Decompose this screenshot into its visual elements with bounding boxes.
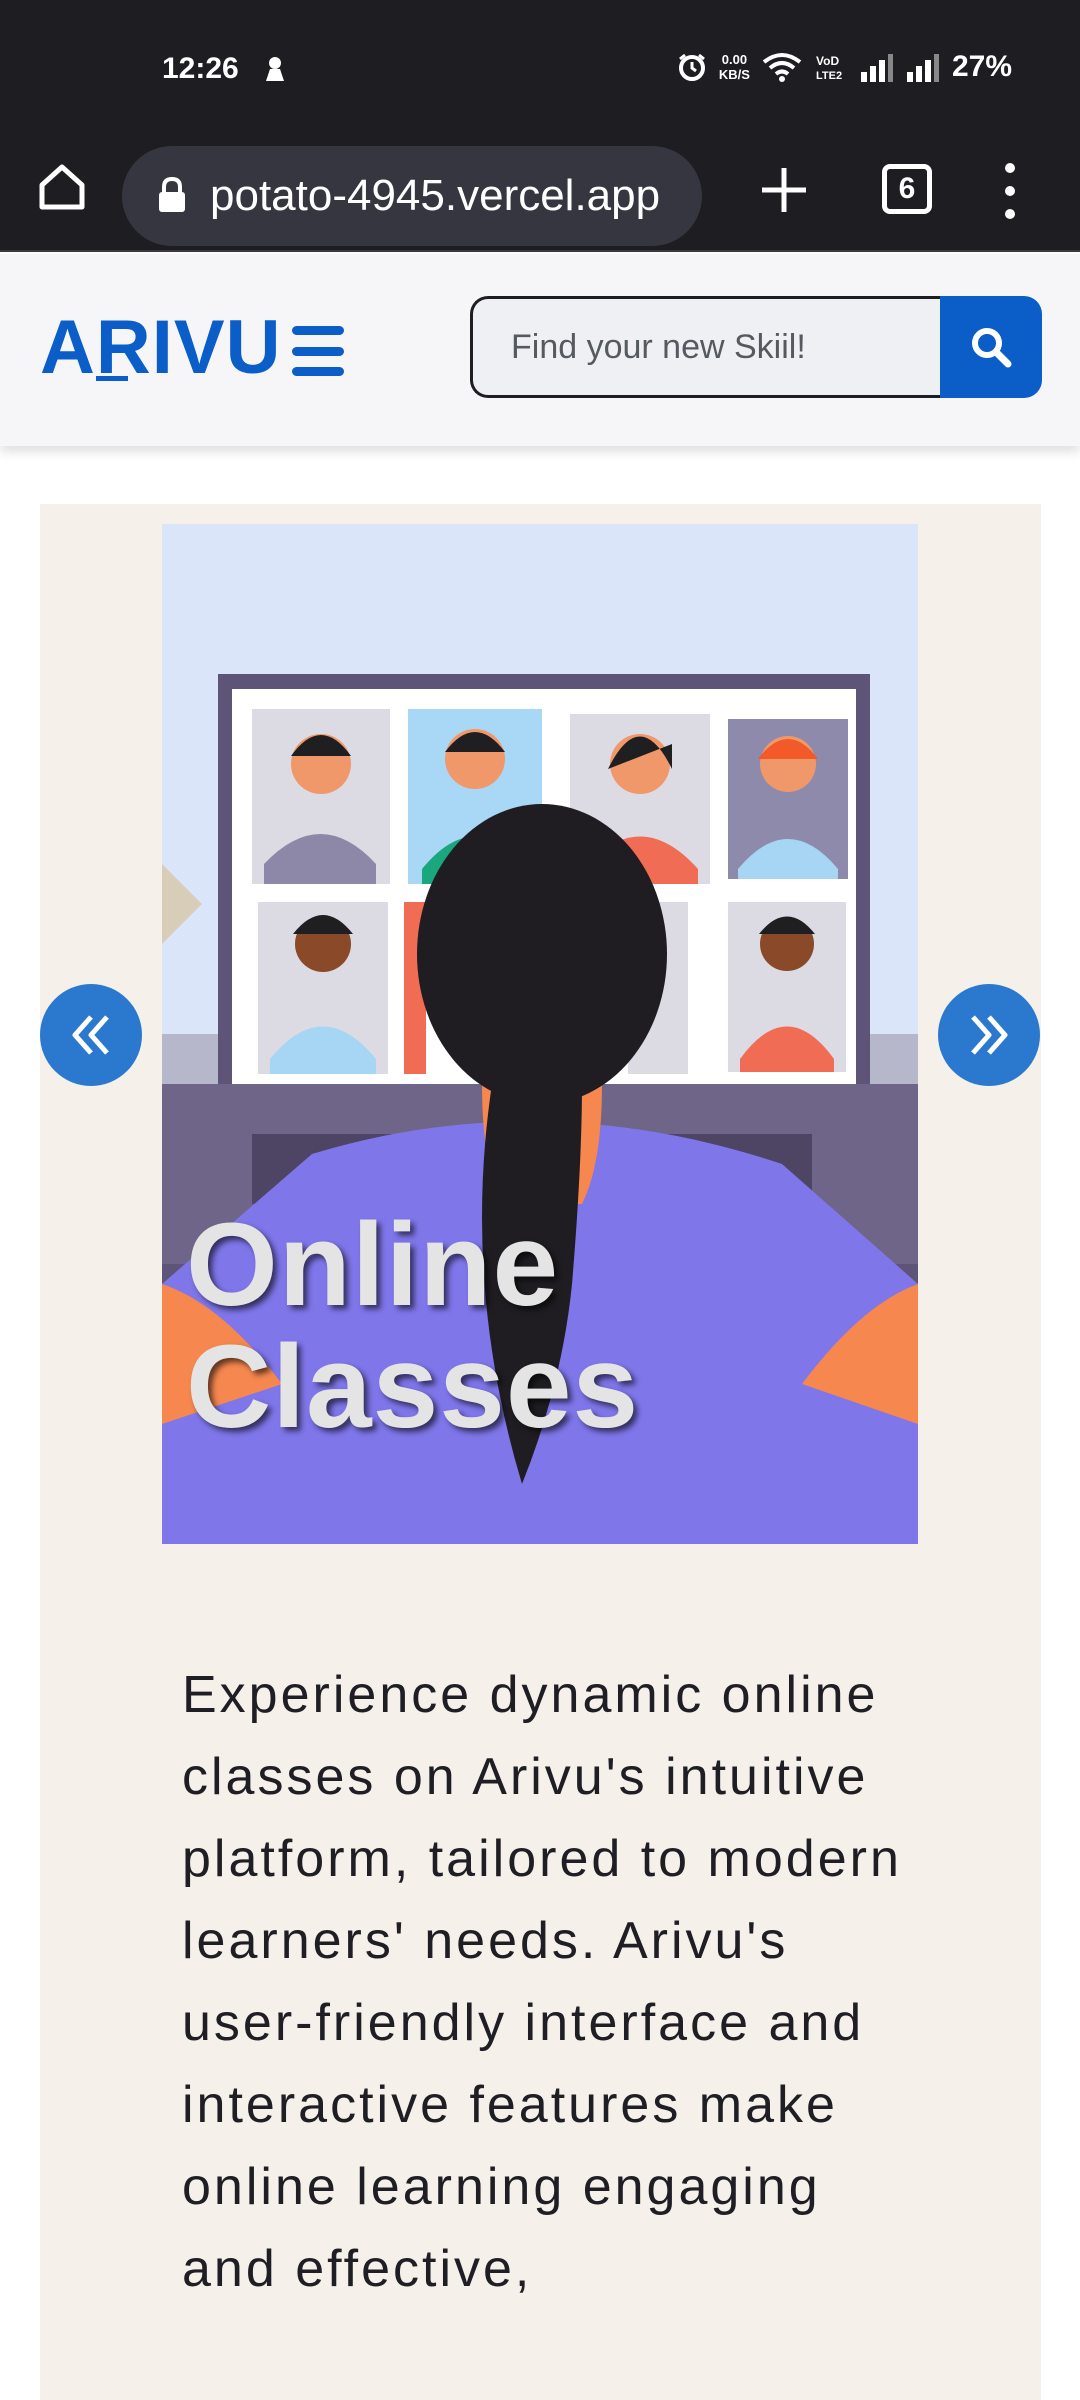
net-speed-unit: KB/S [718, 67, 750, 82]
site-header: ARIVU [0, 254, 1080, 446]
slide-title: Online Classes [186, 1204, 639, 1448]
net-speed: 0.00 KB/S [719, 52, 750, 82]
slide-image: Online Classes [162, 524, 918, 1544]
lock-icon [159, 176, 185, 212]
net-speed-value: 0.00 [721, 52, 748, 67]
search-button[interactable] [940, 296, 1042, 398]
slide-title-line1: Online [186, 1199, 560, 1331]
carousel-next-button[interactable] [938, 984, 1040, 1086]
carousel-prev-button[interactable] [40, 984, 142, 1086]
alarm-icon [678, 53, 705, 81]
signal-icon [906, 54, 939, 82]
hamburger-menu-icon[interactable] [292, 326, 344, 376]
logo-underline [96, 376, 128, 381]
svg-text:LTE2: LTE2 [816, 70, 842, 82]
status-time: 12:26 [162, 52, 239, 85]
notification-icon [266, 57, 284, 81]
slide-title-line2: Classes [186, 1321, 640, 1453]
svg-text:VoD: VoD [816, 54, 839, 68]
plus-icon[interactable] [752, 158, 816, 222]
browser-toolbar: potato-4945.vercel.app 6 [0, 132, 1080, 252]
tab-switcher-button[interactable]: 6 [882, 164, 932, 214]
url-text: potato-4945.vercel.app [210, 171, 661, 220]
more-vertical-icon[interactable] [990, 156, 1030, 226]
home-icon [39, 164, 85, 210]
home-button[interactable] [30, 155, 94, 219]
search-input[interactable] [470, 296, 940, 398]
volte-icon: VoD LTE2 [816, 54, 842, 82]
search-icon [972, 328, 1012, 368]
site-logo[interactable]: ARIVU [40, 304, 281, 391]
status-bar: 12:26 0.00 KB/S VoD LTE2 27% [0, 0, 1080, 132]
signal-icon [860, 54, 893, 82]
feature-card: Online Classes Experience dynamic online… [40, 504, 1041, 2400]
search-bar [470, 296, 1042, 398]
address-bar[interactable]: potato-4945.vercel.app [122, 146, 702, 246]
feature-description: Experience dynamic online classes on Ari… [182, 1666, 902, 2298]
chevrons-left-icon [72, 1015, 109, 1055]
status-icons: 0.00 KB/S VoD LTE2 27% [677, 50, 1012, 84]
chevrons-right-icon [971, 1015, 1008, 1055]
wifi-icon [762, 53, 802, 82]
battery-level: 27% [951, 50, 1012, 83]
